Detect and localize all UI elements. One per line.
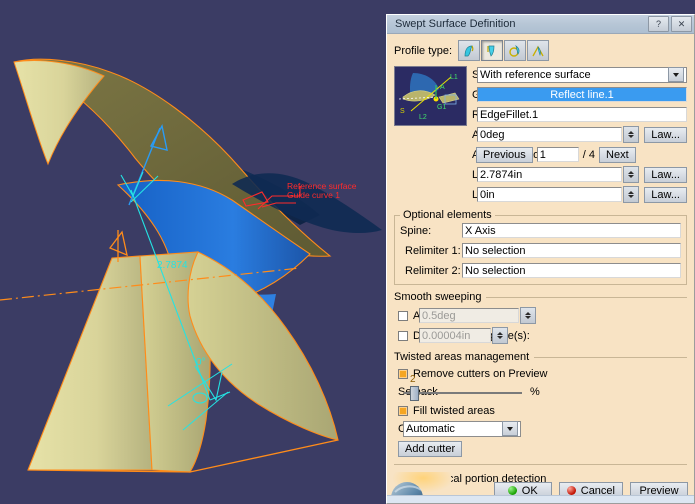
profile-type-conic[interactable] [527, 40, 550, 61]
angle-dimension-label: 0° [196, 357, 206, 368]
cancel-status-icon [566, 486, 576, 495]
swept-surface-definition-dialog[interactable]: Swept Surface Definition ? ✕ Profile typ… [386, 14, 695, 504]
add-cutter-button[interactable]: Add cutter [398, 440, 463, 457]
dialog-title: Swept Surface Definition [395, 18, 516, 30]
subtype-value: With reference surface [480, 68, 591, 81]
add-cutter-row: Add cutter [398, 440, 683, 457]
ok-status-icon [507, 486, 517, 495]
angular-sector-row: Angular sector: Previous 1 / 4 Next [472, 146, 687, 163]
twisted-areas-body: Remove cutters on Preview Setback 2 % Fi… [394, 363, 687, 457]
length-2-input[interactable]: 0in [477, 187, 623, 202]
svg-text:A: A [440, 84, 445, 91]
angle-stepper[interactable] [623, 126, 640, 143]
smooth-sweeping-body: Angular correction: 0.5deg Deviation fro… [394, 303, 687, 344]
angular-sector-total: / 4 [582, 148, 596, 161]
fill-twisted-checkbox[interactable] [398, 405, 408, 416]
profile-type-row: Profile type: [394, 40, 687, 61]
spine-input[interactable]: X Axis [462, 223, 681, 238]
angular-correction-stepper[interactable] [520, 307, 536, 324]
angular-correction-checkbox[interactable] [398, 310, 408, 321]
deviation-checkbox[interactable] [398, 330, 408, 341]
fill-twisted-row: Fill twisted areas [398, 403, 683, 418]
deviation-input[interactable]: 0.00004in [419, 328, 491, 343]
setback-slider-track[interactable] [404, 392, 522, 394]
close-icon: ✕ [677, 18, 686, 29]
connection-strategy-value: Automatic [406, 422, 455, 435]
connection-strategy-select[interactable]: Automatic [403, 420, 521, 437]
subtype-and-fields: L1 A G1 S L2 Subtype: With reference sur… [394, 66, 687, 203]
length-1-stepper[interactable] [623, 166, 640, 183]
spine-row: Spine: X Axis [400, 222, 681, 239]
guide-curve-input[interactable]: Reflect line.1 [477, 87, 687, 102]
svg-text:G1: G1 [437, 104, 446, 111]
angular-correction-input[interactable]: 0.5deg [419, 308, 519, 323]
reference-surface-input[interactable]: EdgeFillet.1 [477, 107, 687, 122]
connection-strategy-row: Connection strategy: Automatic [398, 420, 683, 437]
optional-elements-title: Optional elements [400, 209, 495, 221]
dialog-bottom-strip [387, 495, 694, 503]
chevron-down-icon[interactable] [668, 67, 684, 82]
smooth-sweeping-title: Smooth sweeping [394, 291, 487, 303]
length-1-law-button[interactable]: Law... [644, 166, 687, 183]
relimiter-1-label: Relimiter 1: [405, 244, 461, 257]
angular-sector-next-button[interactable]: Next [599, 146, 636, 163]
relimiter-1-input[interactable]: No selection [462, 243, 681, 258]
primary-fields: Subtype: With reference surface Guide cu… [472, 66, 687, 203]
reference-surface-row: Reference surface: EdgeFillet.1 [472, 106, 687, 123]
close-button[interactable]: ✕ [671, 16, 692, 32]
subtype-select[interactable]: With reference surface [477, 66, 687, 83]
length-1-row: Length 1: 2.7874in Law... [472, 166, 687, 183]
setback-value: 2 [410, 374, 416, 385]
relimiter-2-row: Relimiter 2: No selection [400, 262, 681, 279]
profile-type-label: Profile type: [394, 44, 453, 57]
angle-row: Angle: 0deg Law... [472, 126, 687, 143]
angle-input[interactable]: 0deg [477, 127, 623, 142]
relimiter-2-input[interactable]: No selection [462, 263, 681, 278]
optional-elements-group: Optional elements Spine: X Axis Relimite… [394, 209, 687, 285]
svg-text:L2: L2 [419, 114, 427, 121]
length-2-row: Length 2: 0in Law... [472, 186, 687, 203]
angular-correction-row: Angular correction: 0.5deg [398, 307, 683, 324]
smooth-sweeping-header: Smooth sweeping [394, 291, 687, 303]
help-icon: ? [655, 19, 661, 29]
explicit-profile-icon [464, 45, 474, 56]
profile-type-line[interactable] [481, 40, 504, 61]
guide-curve-row: Guide curve 1: Reflect line.1 [472, 86, 687, 103]
setback-slider[interactable]: 2 [404, 374, 524, 401]
length-2-law-button[interactable]: Law... [644, 186, 687, 203]
deviation-stepper[interactable] [492, 327, 508, 344]
length-2-stepper[interactable] [623, 186, 640, 203]
profile-type-circle[interactable] [504, 40, 527, 61]
remove-cutters-row: Remove cutters on Preview [398, 366, 683, 381]
relimiter-1-row: Relimiter 1: No selection [400, 242, 681, 259]
line-profile-icon [487, 45, 495, 57]
setback-row: Setback 2 % [398, 374, 683, 402]
twisted-areas-header: Twisted areas management [394, 351, 687, 363]
setback-slider-knob[interactable] [410, 386, 419, 401]
chevron-down-icon[interactable] [502, 421, 518, 436]
twisted-areas-title: Twisted areas management [394, 351, 535, 363]
angular-sector-input[interactable]: 1 [536, 147, 579, 162]
remove-cutters-checkbox[interactable] [398, 368, 408, 379]
circle-profile-icon [509, 44, 520, 57]
conic-profile-icon [532, 45, 544, 56]
angular-sector-previous-button[interactable]: Previous [476, 146, 533, 163]
svg-text:L1: L1 [450, 74, 458, 81]
relimiter-2-label: Relimiter 2: [405, 264, 461, 277]
profile-type-buttons [458, 40, 550, 61]
profile-type-explicit[interactable] [458, 40, 481, 61]
dialog-footer: OK Cancel Preview [387, 472, 694, 503]
dialog-titlebar[interactable]: Swept Surface Definition ? ✕ [387, 15, 694, 34]
help-button[interactable]: ? [648, 16, 669, 32]
angle-law-button[interactable]: Law... [644, 126, 687, 143]
length-dimension-label: 2.7874 [157, 260, 188, 271]
svg-text:S: S [400, 108, 405, 115]
guide-curve-callout: Guide curve 1 [287, 190, 340, 200]
subtype-preview-image: L1 A G1 S L2 [394, 66, 467, 126]
deviation-row: Deviation from guide(s): 0.00004in [398, 327, 683, 344]
length-1-input[interactable]: 2.7874in [477, 167, 623, 182]
subtype-row: Subtype: With reference surface [472, 66, 687, 83]
spine-label: Spine: [400, 224, 432, 237]
